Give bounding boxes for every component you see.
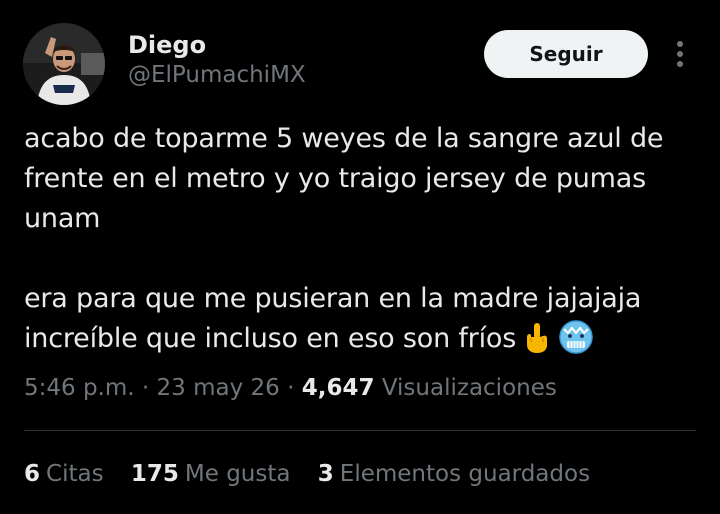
- views-label[interactable]: Visualizaciones: [382, 375, 557, 401]
- quotes-stat[interactable]: 6 Citas: [24, 461, 104, 487]
- cold-face-emoji-icon: [558, 319, 594, 367]
- middle-finger-emoji-icon: [522, 321, 552, 367]
- tweet-date[interactable]: 23 may 26: [157, 375, 280, 401]
- more-options-button[interactable]: [664, 38, 696, 70]
- likes-stat[interactable]: 175 Me gusta: [131, 461, 291, 487]
- tweet-time[interactable]: 5:46 p.m.: [24, 375, 135, 401]
- tweet-stats: 6 Citas 175 Me gusta 3 Elementos guardados: [24, 458, 610, 490]
- tweet-paragraph: acabo de toparme 5 weyes de la sangre az…: [24, 123, 664, 234]
- quotes-label: Citas: [46, 461, 104, 487]
- tweet-paragraph: era para que me pusieran en la madre jaj…: [24, 279, 704, 367]
- tweet-detail: Diego @ElPumachiMX Seguir acabo de topar…: [0, 0, 720, 514]
- avatar-image: [23, 23, 105, 105]
- divider: [24, 430, 696, 431]
- tweet-meta: 5:46 p.m. · 23 may 26 · 4,647 Visualizac…: [24, 372, 557, 404]
- more-vertical-icon: [677, 41, 683, 67]
- quotes-count: 6: [24, 461, 41, 487]
- separator: ·: [287, 375, 295, 401]
- follow-button[interactable]: Seguir: [484, 30, 648, 78]
- separator: ·: [141, 375, 150, 401]
- display-name[interactable]: Diego: [128, 31, 206, 59]
- avatar[interactable]: [23, 23, 105, 105]
- bookmarks-count: 3: [317, 461, 334, 487]
- user-handle[interactable]: @ElPumachiMX: [128, 61, 306, 89]
- likes-count: 175: [130, 461, 179, 487]
- likes-label: Me gusta: [184, 461, 291, 487]
- bookmarks-stat[interactable]: 3 Elementos guardados: [318, 461, 590, 487]
- tweet-text: acabo de toparme 5 weyes de la sangre az…: [24, 119, 704, 367]
- views-count[interactable]: 4,647: [302, 375, 375, 401]
- bookmarks-label: Elementos guardados: [339, 461, 591, 487]
